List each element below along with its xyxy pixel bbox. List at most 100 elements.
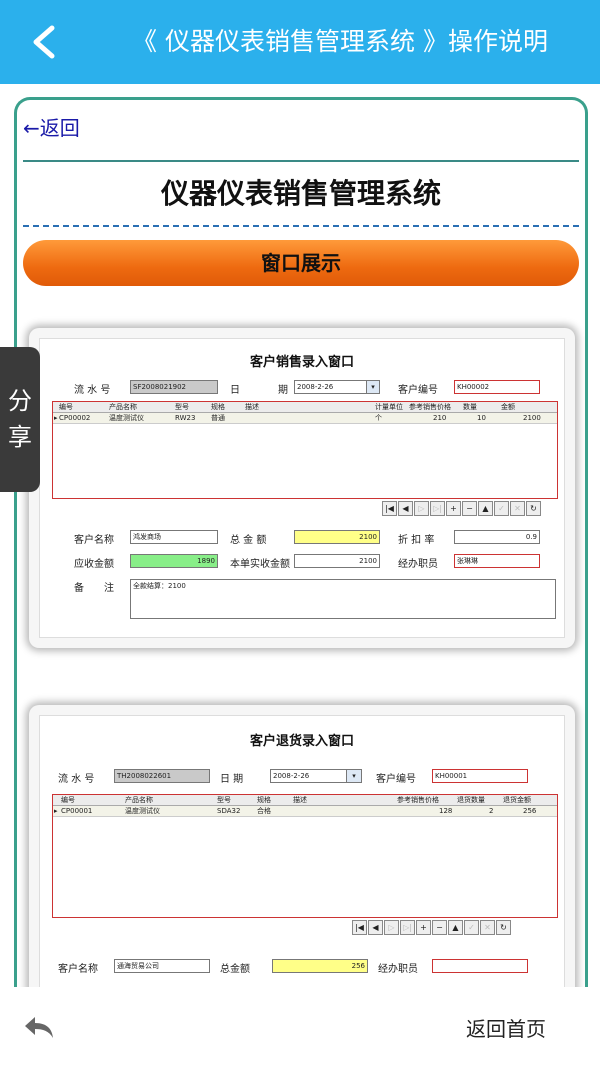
col-header: 退货金额 (503, 796, 531, 804)
serial-label: 流 水 号 (58, 774, 95, 785)
nav-cancel-button[interactable]: ✕ (480, 920, 495, 935)
share-button[interactable]: 分 享 (0, 347, 40, 492)
total-label: 总 金 额 (230, 535, 267, 546)
customer-no-field[interactable]: KH00002 (454, 380, 540, 394)
nav-add-button[interactable]: + (446, 501, 461, 516)
date-field[interactable]: 2008-2-26 (270, 769, 350, 783)
nav-add-button[interactable]: + (416, 920, 431, 935)
col-header: 参考销售价格 (397, 796, 439, 804)
cell: 128 (439, 807, 453, 815)
nav-refresh-button[interactable]: ↻ (526, 501, 541, 516)
staff-label: 经办职员 (398, 559, 438, 570)
nav-prev-button[interactable]: ◀ (368, 920, 383, 935)
cell: 个 (375, 414, 382, 422)
share-label-1: 分 (8, 387, 32, 415)
customer-name-field[interactable]: 通海贸易公司 (114, 959, 210, 973)
nav-last-button[interactable]: ▷| (430, 501, 445, 516)
date-dropdown-icon[interactable]: ▾ (366, 380, 380, 394)
customer-name-label: 客户名称 (74, 535, 114, 546)
col-header: 型号 (175, 403, 189, 411)
cell: 2100 (523, 414, 541, 422)
customer-no-field[interactable]: KH00001 (432, 769, 528, 783)
col-header: 描述 (293, 796, 307, 804)
col-header: 产品名称 (125, 796, 153, 804)
section-button[interactable]: 窗口展示 (23, 240, 579, 286)
cell: SDA32 (217, 807, 241, 815)
return-window: 客户退货录入窗口 流 水 号 TH2008022601 日 期 2008-2-2… (39, 715, 565, 1000)
discount-label: 折 扣 率 (398, 535, 435, 546)
customer-no-label: 客户编号 (398, 385, 438, 396)
nav-post-button[interactable]: ✓ (494, 501, 509, 516)
col-header: 型号 (217, 796, 231, 804)
record-nav-bar: |◀ ◀ ▷ ▷| + − ▲ ✓ ✕ ↻ (382, 501, 552, 516)
total-field[interactable]: 2100 (294, 530, 380, 544)
staff-field[interactable]: 张琳琳 (454, 554, 540, 568)
remark-label-2: 注 (104, 583, 114, 594)
back-link[interactable]: ←返回 (23, 112, 80, 141)
cell: 温度测试仪 (125, 807, 160, 815)
date-field[interactable]: 2008-2-26 (294, 380, 370, 394)
home-link[interactable]: 返回首页 (466, 1013, 546, 1042)
nav-last-button[interactable]: ▷| (400, 920, 415, 935)
col-header: 金额 (501, 403, 515, 411)
customer-name-label: 客户名称 (58, 964, 98, 975)
cell: 普通 (211, 414, 225, 422)
discount-field[interactable]: 0.9 (454, 530, 540, 544)
return-grid[interactable]: 编号 产品名称 型号 规格 描述 参考销售价格 退货数量 退货金额 ▸ CP00… (52, 794, 558, 918)
reply-arrow-icon[interactable] (22, 1013, 56, 1041)
record-nav-bar: |◀ ◀ ▷ ▷| + − ▲ ✓ ✕ ↻ (352, 920, 522, 935)
cell: CP00002 (59, 414, 91, 422)
staff-field[interactable] (432, 959, 528, 973)
nav-post-button[interactable]: ✓ (464, 920, 479, 935)
page-title: 《 仪器仪表销售管理系统 》操作说明 (132, 27, 548, 56)
nav-first-button[interactable]: |◀ (382, 501, 397, 516)
return-window-title: 客户退货录入窗口 (249, 734, 354, 749)
col-header: 规格 (257, 796, 271, 804)
sales-window-title: 客户销售录入窗口 (249, 355, 354, 370)
date-dropdown-icon[interactable]: ▾ (346, 769, 362, 783)
serial-field[interactable]: SF2008021902 (130, 380, 218, 394)
cell: 210 (433, 414, 447, 422)
total-field[interactable]: 256 (272, 959, 368, 973)
bottom-bar: 返回首页 (0, 987, 600, 1067)
nav-edit-button[interactable]: ▲ (448, 920, 463, 935)
actual-label: 本单实收金额 (230, 559, 290, 570)
back-arrow-icon[interactable] (26, 22, 66, 62)
table-row[interactable]: ▸ CP00002 温度测试仪 RW23 普通 个 210 10 2100 (53, 413, 557, 424)
serial-label: 流 水 号 (74, 385, 111, 396)
cell: 10 (477, 414, 486, 422)
col-header: 产品名称 (109, 403, 137, 411)
receivable-label: 应收金额 (74, 559, 114, 570)
nav-delete-button[interactable]: − (432, 920, 447, 935)
staff-label: 经办职员 (378, 964, 418, 975)
actual-field[interactable]: 2100 (294, 554, 380, 568)
nav-delete-button[interactable]: − (462, 501, 477, 516)
sales-window: 客户销售录入窗口 流 水 号 SF2008021902 日 期 2008-2-2… (39, 338, 565, 638)
customer-name-field[interactable]: 鸿发商场 (130, 530, 218, 544)
nav-next-button[interactable]: ▷ (384, 920, 399, 935)
sales-grid[interactable]: 编号 产品名称 型号 规格 描述 计量单位 参考销售价格 数量 金额 ▸ CP0… (52, 401, 558, 499)
share-label-2: 享 (8, 423, 32, 451)
sales-grid-header: 编号 产品名称 型号 规格 描述 计量单位 参考销售价格 数量 金额 (53, 402, 557, 413)
col-header: 描述 (245, 403, 259, 411)
title-bar: 《 仪器仪表销售管理系统 》操作说明 (0, 0, 600, 84)
cell: RW23 (175, 414, 196, 422)
cell: 2 (489, 807, 494, 815)
col-header: 参考销售价格 (409, 403, 451, 411)
receivable-field[interactable]: 1890 (130, 554, 218, 568)
remark-field[interactable]: 全款结算：2100 (130, 579, 556, 619)
nav-next-button[interactable]: ▷ (414, 501, 429, 516)
app-title: 仪器仪表销售管理系统 (160, 177, 441, 210)
serial-field[interactable]: TH2008022601 (114, 769, 210, 783)
nav-refresh-button[interactable]: ↻ (496, 920, 511, 935)
col-header: 数量 (463, 403, 477, 411)
cell: CP00001 (61, 807, 93, 815)
nav-prev-button[interactable]: ◀ (398, 501, 413, 516)
nav-edit-button[interactable]: ▲ (478, 501, 493, 516)
date-label-1: 日 (230, 385, 240, 396)
table-row[interactable]: ▸ CP00001 温度测试仪 SDA32 合格 128 2 256 (53, 806, 557, 817)
nav-first-button[interactable]: |◀ (352, 920, 367, 935)
return-window-screenshot: 客户退货录入窗口 流 水 号 TH2008022601 日 期 2008-2-2… (29, 705, 575, 1000)
nav-cancel-button[interactable]: ✕ (510, 501, 525, 516)
col-header: 退货数量 (457, 796, 485, 804)
